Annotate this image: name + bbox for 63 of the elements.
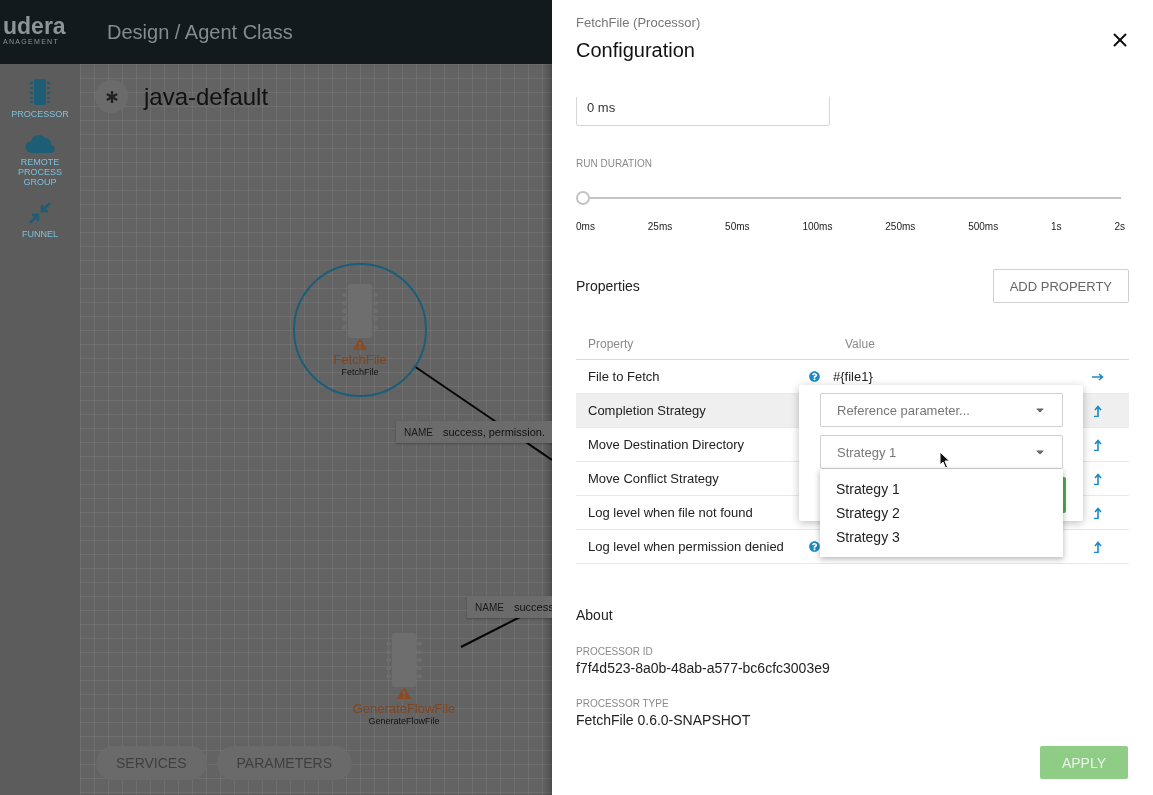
- node-name: FetchFile: [333, 353, 387, 367]
- tick-label: 25ms: [647, 221, 673, 232]
- dropdown-option[interactable]: Strategy 1: [820, 477, 1063, 501]
- node-type: FetchFile: [341, 367, 379, 378]
- connection-line: [460, 616, 521, 648]
- field-label: PROCESSOR ID: [576, 646, 654, 657]
- connection-label[interactable]: NAME success, permission.: [396, 421, 552, 443]
- property-name: File to Fetch: [588, 369, 660, 384]
- arrow-up-icon[interactable]: [1094, 438, 1102, 451]
- arrow-up-icon[interactable]: [1094, 506, 1102, 519]
- asterisk-icon: [95, 80, 128, 113]
- arrow-up-icon[interactable]: [1094, 540, 1102, 553]
- panel-subtitle: FetchFile (Processor): [576, 15, 701, 30]
- arrows-inward-icon: [28, 201, 52, 225]
- palette-item[interactable]: FUNNEL: [10, 229, 70, 239]
- column-header: Value: [844, 336, 875, 351]
- palette-item[interactable]: REMOTE PROCESS GROUP: [10, 157, 70, 187]
- cloud-icon: [25, 133, 55, 153]
- property-name: Completion Strategy: [588, 403, 706, 418]
- label-key: NAME: [475, 601, 504, 613]
- label-value: success, permission.: [442, 426, 545, 438]
- field-value: f7f4d523-8a0b-48ab-a577-bc6cfc3003e9: [576, 660, 831, 676]
- tick-label: 1s: [1051, 221, 1062, 232]
- tick-label: 500ms: [968, 221, 999, 232]
- tick-label: 50ms: [725, 221, 750, 232]
- property-name: Move Conflict Strategy: [588, 471, 719, 486]
- property-value: #{file1}: [833, 369, 873, 384]
- section-title: Properties: [576, 278, 640, 294]
- slider-thumb[interactable]: [576, 191, 590, 205]
- parameter-select[interactable]: Reference parameter...: [820, 393, 1063, 427]
- processor-node: [385, 633, 423, 687]
- tick-label: 100ms: [802, 221, 833, 232]
- property-name: Log level when permission denied: [588, 539, 784, 554]
- property-name: Log level when file not found: [588, 505, 753, 520]
- field-label: PROCESSOR TYPE: [576, 698, 670, 709]
- arrow-right-icon[interactable]: [1092, 372, 1104, 381]
- chip-icon: [29, 79, 51, 105]
- field-label: RUN DURATION: [576, 158, 653, 169]
- tick-label: 0ms: [576, 221, 595, 232]
- breadcrumb: Design / Agent Class: [107, 20, 293, 44]
- strategy-select[interactable]: Strategy 1: [820, 435, 1063, 469]
- section-title: About: [576, 607, 614, 623]
- dropdown-option[interactable]: Strategy 2: [820, 501, 1063, 525]
- arrow-up-icon[interactable]: [1094, 404, 1102, 417]
- node-name: GenerateFlowFile: [352, 702, 456, 716]
- palette-item[interactable]: PROCESSOR: [10, 109, 70, 119]
- panel-title: Configuration: [576, 39, 696, 62]
- duration-field[interactable]: 0 ms: [576, 97, 830, 126]
- help-icon[interactable]: [809, 541, 820, 552]
- logo-text: udera: [3, 15, 66, 38]
- property-name: Move Destination Directory: [588, 437, 745, 452]
- help-icon[interactable]: [809, 371, 820, 382]
- label-key: NAME: [404, 426, 433, 438]
- field-value: FetchFile 0.6.0-SNAPSHOT: [576, 712, 752, 728]
- dropdown-option[interactable]: Strategy 3: [820, 525, 1063, 549]
- tick-label: 2s: [1114, 221, 1125, 232]
- arrow-up-icon[interactable]: [1094, 472, 1102, 485]
- add-property-button[interactable]: ADD PROPERTY: [992, 269, 1129, 303]
- processor-node: [341, 284, 379, 338]
- column-header: Property: [587, 336, 634, 351]
- tick-label: 250ms: [885, 221, 916, 232]
- node-type: GenerateFlowFile: [368, 716, 440, 727]
- flow-name: java-default: [144, 82, 269, 111]
